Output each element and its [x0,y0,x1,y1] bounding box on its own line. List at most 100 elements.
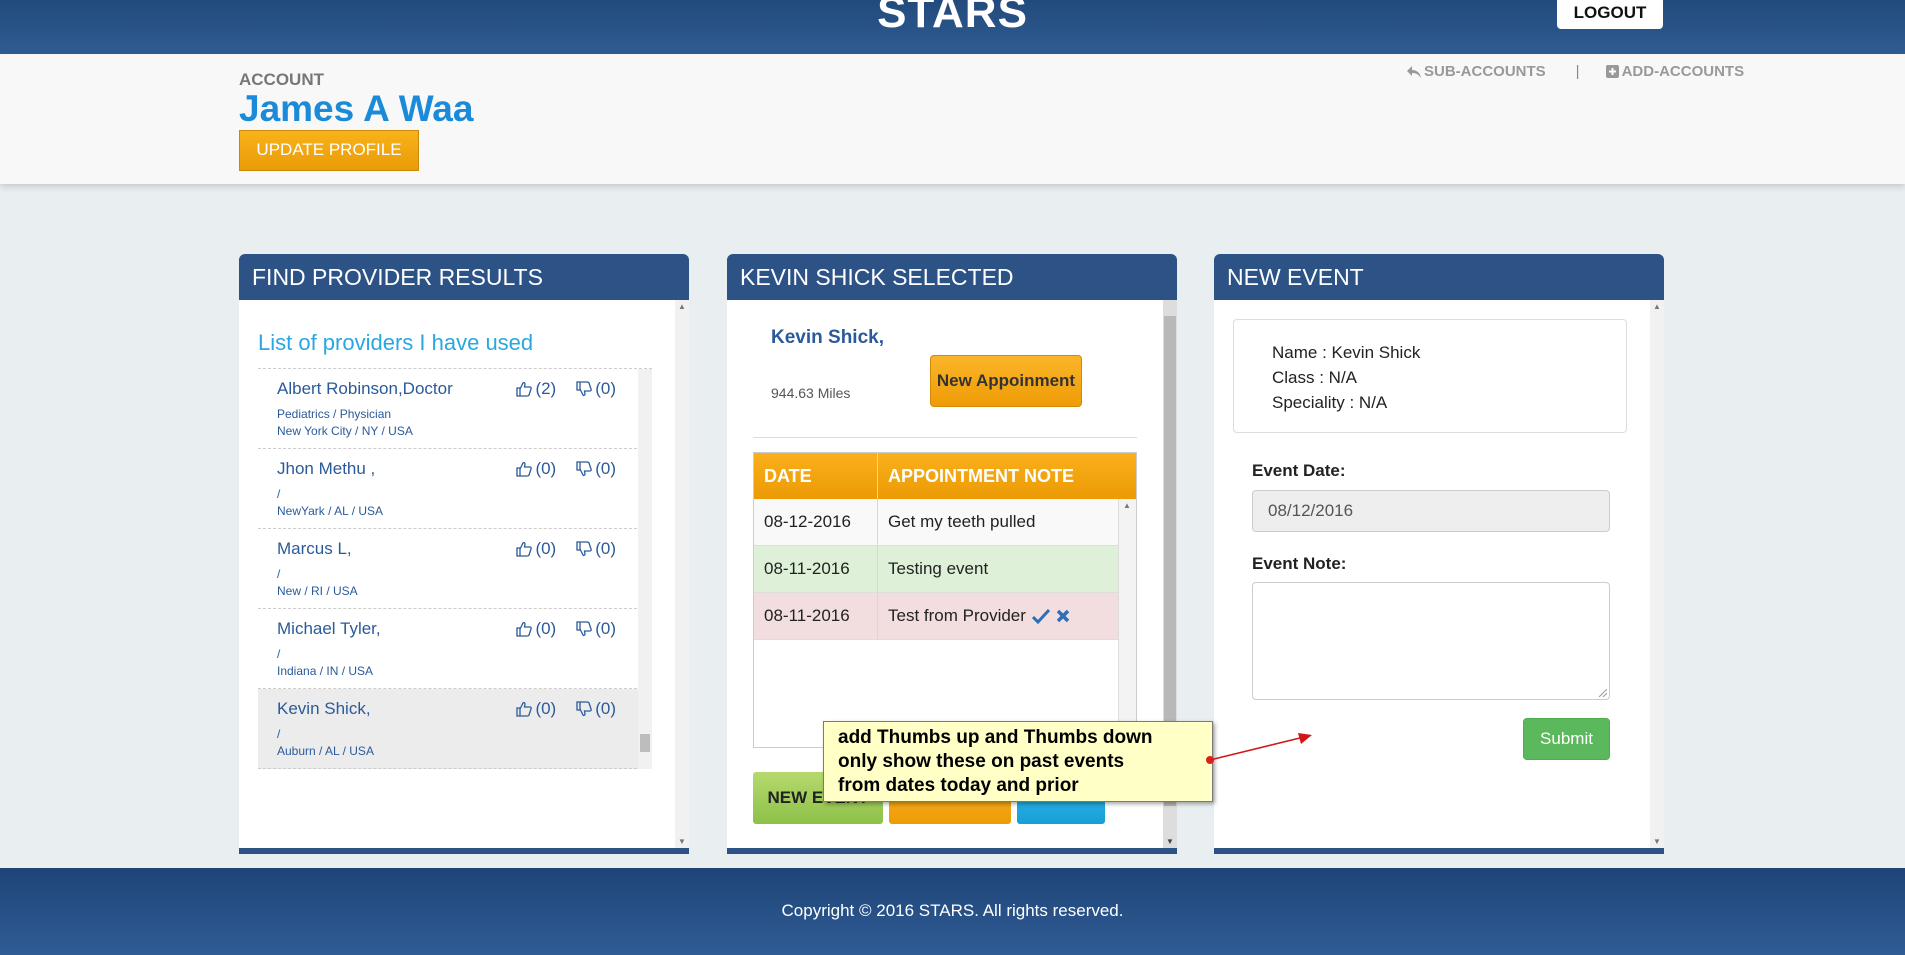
check-icon[interactable] [1031,608,1050,624]
appointment-table: DATE APPOINTMENT NOTE 08-12-2016 Get my … [753,452,1137,748]
thumbs-up-button[interactable]: (0) [516,539,556,559]
footer: Copyright © 2016 STARS. All rights reser… [0,868,1905,955]
logout-button[interactable]: LOGOUT [1557,0,1663,29]
thumbs-down-button[interactable]: (0) [576,459,616,479]
thumbs-down-icon [576,541,593,557]
plus-square-icon [1605,65,1619,78]
top-bar: STARS LOGOUT [0,0,1905,54]
thumbs-up-button[interactable]: (2) [516,379,556,399]
thumbs-down-icon [576,701,593,717]
reply-icon [1407,65,1421,78]
thumbs-down-icon [576,381,593,397]
panel-title: FIND PROVIDER RESULTS [239,254,689,300]
resize-handle-icon[interactable] [1599,689,1607,697]
add-accounts-label: ADD-ACCOUNTS [1621,63,1745,80]
submit-button[interactable]: Submit [1523,718,1610,760]
thumbs-down-icon [576,461,593,477]
scrollbar-thumb[interactable] [640,734,650,752]
provider-specialty: Pediatrics / Physician [277,407,392,421]
panel-title: KEVIN SHICK SELECTED [727,254,1177,300]
thumbs-up-icon [516,541,533,557]
callout-line: only show these on past events [838,751,1125,772]
account-header: ACCOUNT James A Waa UPDATE PROFILE SUB-A… [0,54,1905,184]
provider-item-albert-robinson[interactable]: Albert Robinson,Doctor Pediatrics / Phys… [258,369,652,449]
provider-name[interactable]: Michael Tyler, [277,619,381,639]
provider-votes: (2) (0) [516,379,616,399]
thumbs-up-button[interactable]: (0) [516,459,556,479]
scroll-down-icon[interactable]: ▼ [1650,837,1664,846]
appointment-note: Test from Provider [888,606,1026,625]
providers-list-title: List of providers I have used [258,330,534,355]
panel-scrollbar[interactable]: ▲ ▼ [1650,300,1664,848]
add-accounts-link[interactable]: ADD-ACCOUNTS [1605,63,1745,80]
thumbs-down-count: (0) [595,699,616,718]
thumbs-up-icon [516,381,533,397]
thumbs-down-button[interactable]: (0) [576,539,616,559]
provider-location: Auburn / AL / USA [277,744,374,758]
thumbs-down-button[interactable]: (0) [576,379,616,399]
provider-specialty: / [277,727,281,741]
table-scrollbar[interactable]: ▲ [1118,499,1136,747]
table-row[interactable]: 08-12-2016 Get my teeth pulled [754,499,1118,546]
sub-accounts-label: SUB-ACCOUNTS [1424,63,1546,80]
table-row[interactable]: 08-11-2016 Test from Provider [754,593,1118,640]
thumbs-down-count: (0) [595,539,616,558]
thumbs-down-count: (0) [595,379,616,398]
account-links: SUB-ACCOUNTS | ADD-ACCOUNTS [1407,63,1744,80]
provider-name[interactable]: Marcus L, [277,539,352,559]
column-header-note: APPOINTMENT NOTE [888,466,1075,486]
appointment-note: Get my teeth pulled [888,512,1036,531]
callout-line: from dates today and prior [838,775,1079,796]
find-provider-panel: FIND PROVIDER RESULTS List of providers … [239,254,689,854]
info-class: Class : N/A [1272,368,1358,387]
account-name: James A Waa [239,88,474,129]
event-note-field[interactable] [1252,582,1610,700]
provider-item-kevin-shick[interactable]: Kevin Shick, / Auburn / AL / USA (0) (0) [258,689,652,769]
provider-name[interactable]: Albert Robinson,Doctor [277,379,453,399]
appointment-note: Testing event [888,559,989,578]
sub-accounts-link[interactable]: SUB-ACCOUNTS [1407,63,1546,80]
provider-info-box: Name : Kevin Shick Class : N/A Specialit… [1233,319,1627,433]
thumbs-up-button[interactable]: (0) [516,619,556,639]
scroll-down-icon[interactable]: ▼ [1163,837,1177,846]
provider-list: Albert Robinson,Doctor Pediatrics / Phys… [258,368,652,769]
thumbs-up-count: (0) [535,619,557,638]
new-appointment-button[interactable]: New Appoinment [930,355,1082,407]
scroll-down-icon[interactable]: ▼ [675,837,689,846]
provider-specialty: / [277,647,281,661]
table-row[interactable]: 08-11-2016 Testing event [754,546,1118,593]
thumbs-up-count: (0) [535,539,557,558]
provider-item-jhon-methu[interactable]: Jhon Methu , / NewYark / AL / USA (0) (0… [258,449,652,529]
info-name: Name : Kevin Shick [1272,343,1421,362]
provider-specialty: / [277,567,281,581]
provider-location: Indiana / IN / USA [277,664,374,678]
appointment-note-cell: Test from Provider [878,593,1118,639]
provider-name[interactable]: Jhon Methu , [277,459,375,479]
divider [753,437,1137,438]
provider-list-scrollbar[interactable] [638,369,652,769]
appointment-date: 08-11-2016 [754,546,878,592]
scroll-up-icon[interactable]: ▲ [1650,302,1664,311]
provider-votes: (0) (0) [516,539,616,559]
update-profile-button[interactable]: UPDATE PROFILE [239,130,419,171]
column-header-date: DATE [754,453,878,499]
provider-name[interactable]: Kevin Shick, [277,699,371,719]
appointment-date: 08-12-2016 [754,499,878,545]
thumbs-up-icon [516,701,533,717]
close-icon[interactable] [1056,609,1070,623]
thumbs-down-button[interactable]: (0) [576,619,616,639]
thumbs-up-count: (2) [535,379,557,398]
appointment-date: 08-11-2016 [754,593,878,639]
callout-line: add Thumbs up and Thumbs down [838,727,1153,748]
scroll-up-icon[interactable]: ▲ [1119,501,1135,510]
provider-item-marcus-l[interactable]: Marcus L, / New / RI / USA (0) (0) [258,529,652,609]
thumbs-up-button[interactable]: (0) [516,699,556,719]
thumbs-up-icon [516,461,533,477]
provider-item-michael-tyler[interactable]: Michael Tyler, / Indiana / IN / USA (0) … [258,609,652,689]
scroll-up-icon[interactable]: ▲ [675,302,689,311]
event-date-field[interactable]: 08/12/2016 [1252,490,1610,532]
thumbs-down-button[interactable]: (0) [576,699,616,719]
provider-specialty: / [277,487,281,501]
provider-votes: (0) (0) [516,619,616,639]
panel-scrollbar[interactable]: ▲ ▼ [675,300,689,848]
